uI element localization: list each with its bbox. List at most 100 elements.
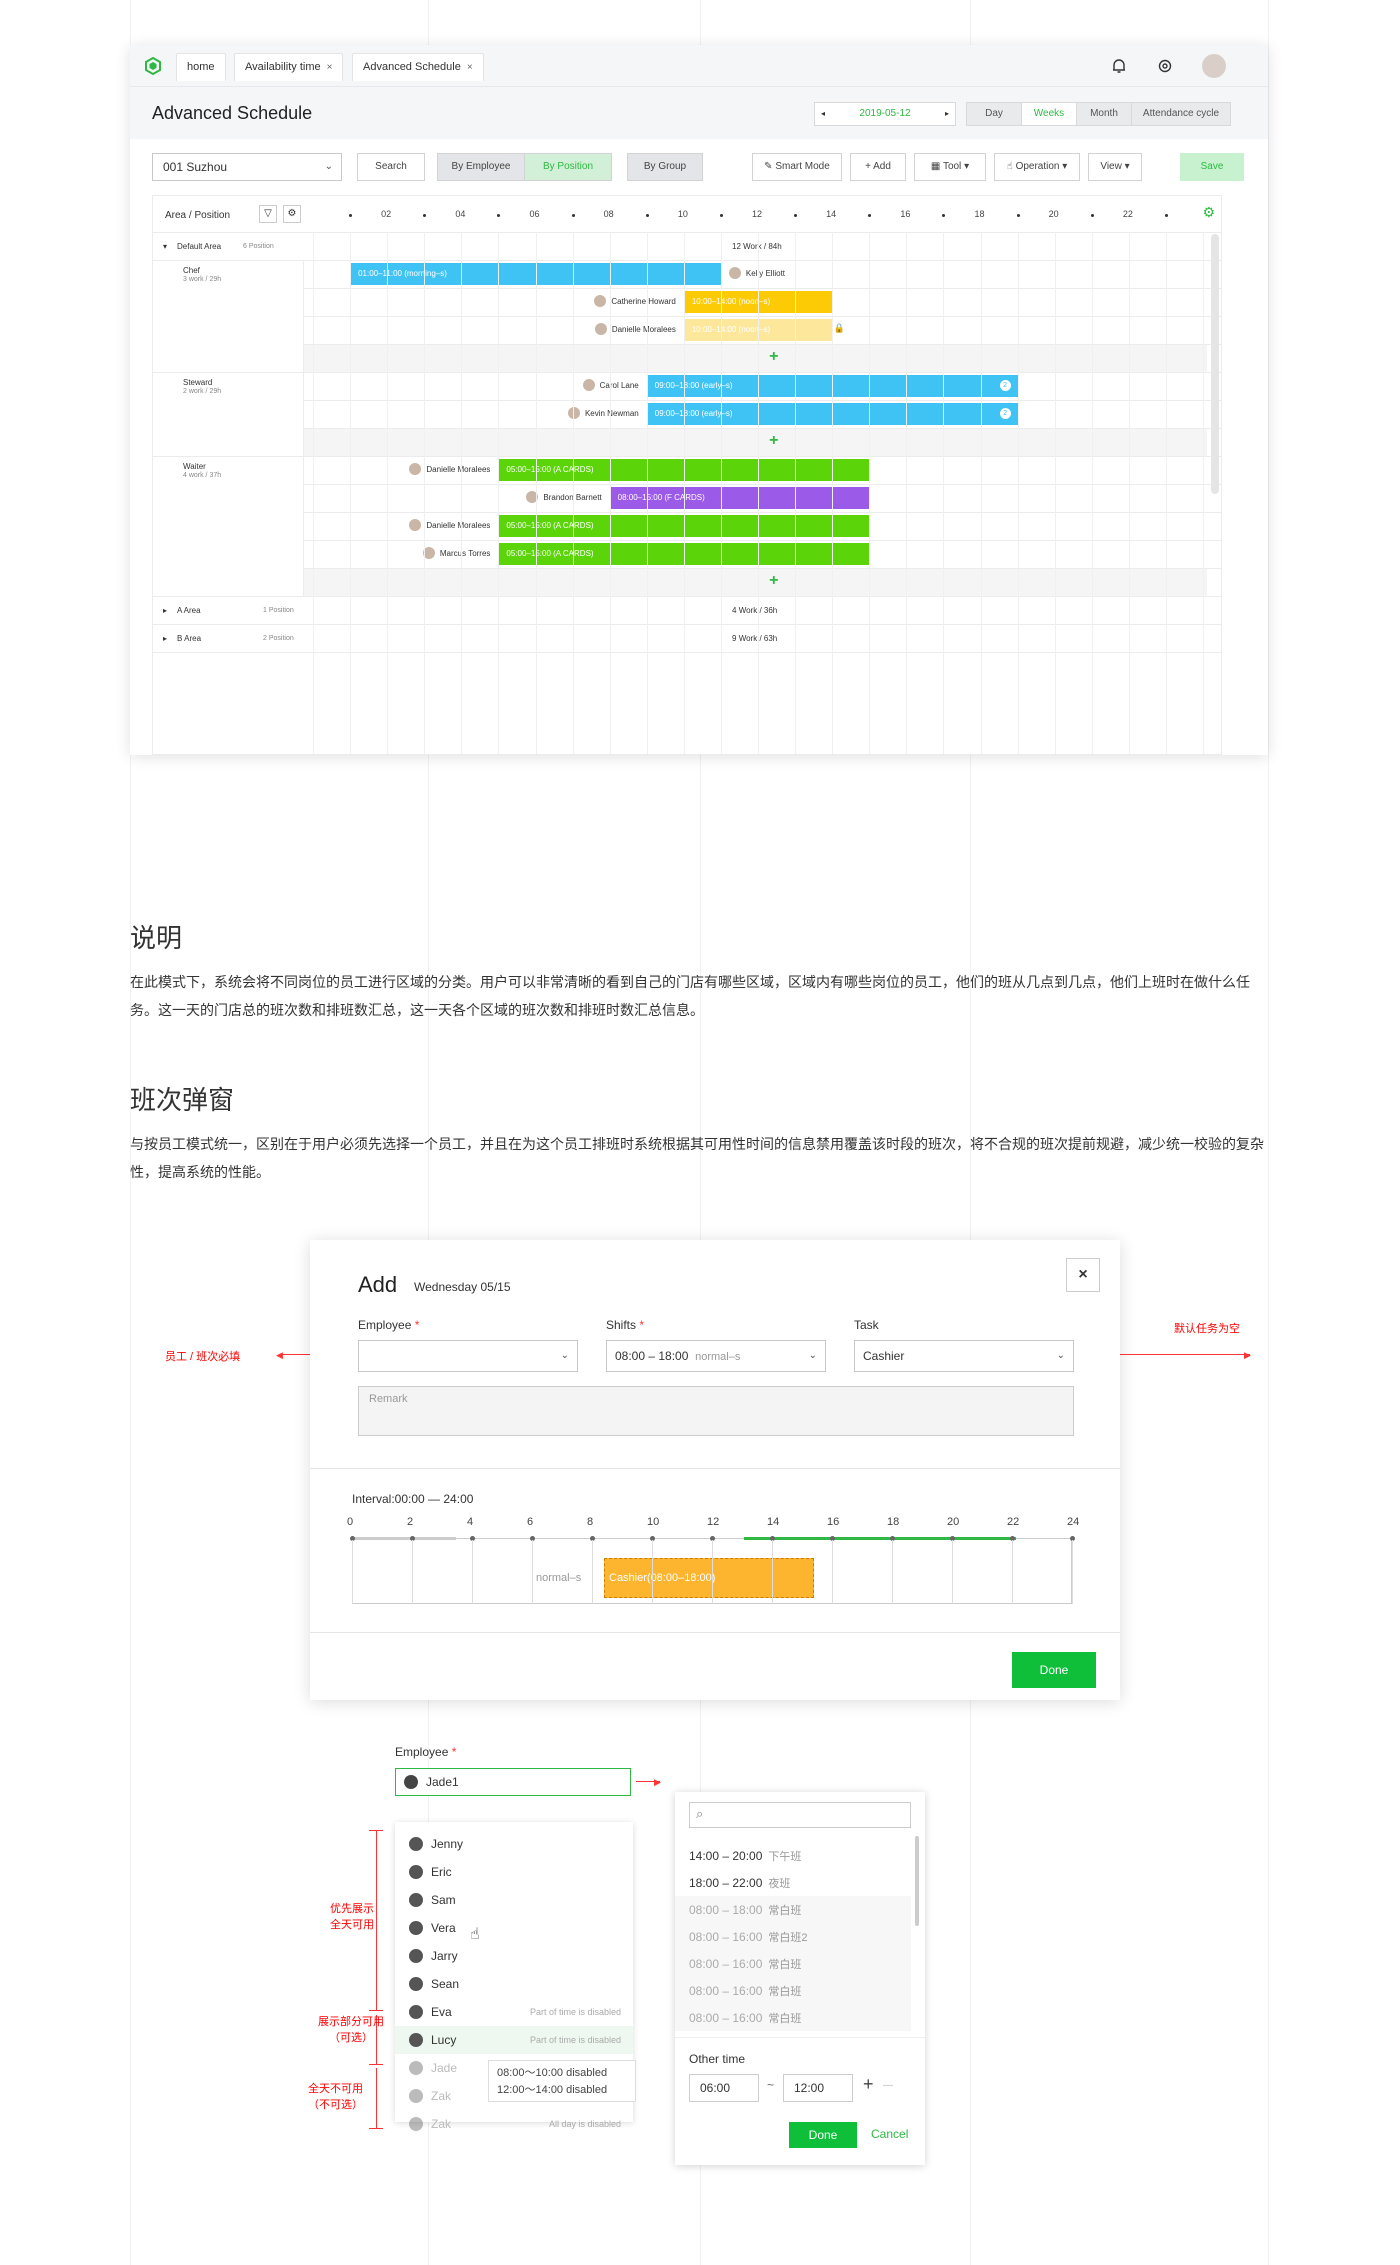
shift-cancel-button[interactable]: Cancel [871,2127,908,2141]
bell-icon[interactable] [1110,57,1128,75]
view-month[interactable]: Month [1076,102,1132,126]
close-icon[interactable]: × [327,62,333,73]
hour-label: 14 [826,209,837,219]
shift-name: 常白班 [768,1986,802,1998]
employee-option[interactable]: Vera [395,1914,633,1942]
other-time-to[interactable]: 12:00 [783,2074,853,2102]
prev-date-icon[interactable]: ◂ [821,103,825,125]
shifts-select[interactable]: 08:00 – 18:00 normal–s ⌄ [606,1340,826,1372]
employee-option[interactable]: Eric [395,1858,633,1886]
picker-employee-label: Employee * [395,1745,457,1759]
view-day[interactable]: Day [966,102,1022,126]
date-picker[interactable]: ◂ 2019-05-12 ▸ [814,102,956,126]
save-button[interactable]: Save [1180,153,1244,181]
employee-option[interactable]: Jenny [395,1830,633,1858]
filter-icon[interactable]: ▽ [259,205,277,223]
employee-option-name: Jarry [431,1949,458,1963]
add-shift-row[interactable] [303,344,1207,372]
divider [303,484,1221,485]
shift-option[interactable]: 14:00 – 20:00 下午班 [689,1848,801,1864]
by-employee-button[interactable]: By Employee [437,153,525,181]
divider [303,260,304,372]
timeline-available-segment [744,1537,1016,1540]
task-label: Task [854,1318,879,1332]
employee-option[interactable]: Jarry [395,1942,633,1970]
remark-input[interactable]: Remark [358,1386,1074,1436]
add-shift-icon[interactable]: + [769,348,778,366]
timeline-grid-line [772,1540,773,1604]
shift-name: 常白班 [768,1959,802,1971]
settings-icon[interactable]: ⚙ [283,205,301,223]
area-summary: 9 Work / 63h [732,634,778,643]
add-shift-row[interactable] [303,568,1207,596]
employee-option[interactable]: Sean [395,1970,633,1998]
shift-option[interactable]: 18:00 – 22:00 夜班 [689,1875,790,1891]
task-select[interactable]: Cashier ⌄ [854,1340,1074,1372]
area-toggle[interactable]: ▸ [163,606,167,615]
area-name: Default Area [177,242,222,251]
area-name: A Area [177,606,201,615]
area-badge: 2 Position [263,635,294,642]
tab-advanced-schedule[interactable]: Advanced Schedule × [352,53,484,81]
scrollbar[interactable] [915,1836,919,1926]
view-button[interactable]: View ▾ [1088,153,1142,181]
tab-home[interactable]: home [176,53,226,81]
other-time-from[interactable]: 06:00 [689,2074,759,2102]
store-select[interactable]: 001 Suzhou ⌄ [152,153,342,181]
employee-picker-input[interactable]: Jade1 [395,1768,631,1796]
view-attendance-cycle[interactable]: Attendance cycle [1131,102,1231,126]
tool-button[interactable]: ▦ Tool ▾ [914,153,986,181]
employee-option[interactable]: Eva Part of time is disabled [395,1998,633,2026]
employee-label: Danielle Moralees [426,464,491,474]
next-date-icon[interactable]: ▸ [945,103,949,125]
section-body-shift-popup: 与按员工模式统一，区别在于用户必须先选择一个员工，并且在为这个员工排班时系统根据… [130,1136,1264,1180]
cursor-hand-icon: ☝ [470,1926,480,1943]
avatar [582,379,595,391]
scrollbar[interactable] [1211,234,1219,494]
add-shift-icon[interactable]: + [769,432,778,450]
shift-done-button[interactable]: Done [789,2122,857,2148]
position-summary: 3 work / 29h [183,276,222,283]
search-button[interactable]: Search [357,153,425,181]
avatar [409,1865,423,1879]
tab-availability-time[interactable]: Availability time × [234,53,344,81]
employee-select[interactable]: ⌄ [358,1340,578,1372]
grid-settings-icon[interactable]: ⚙ [1202,204,1215,221]
gear-icon[interactable] [1156,57,1174,75]
divider [303,316,1221,317]
add-button[interactable]: + Add [850,153,906,181]
close-button[interactable]: × [1066,1258,1100,1292]
by-group-button[interactable]: By Group [627,153,703,181]
by-position-button[interactable]: By Position [524,153,612,181]
store-select-value: 001 Suzhou [163,160,228,174]
done-button[interactable]: Done [1012,1652,1096,1688]
hour-label: 08 [603,209,614,219]
user-avatar[interactable] [1202,54,1226,78]
employee-option[interactable]: Lucy Part of time is disabled [395,2026,633,2054]
tab-label: Advanced Schedule [363,61,461,73]
add-time-icon[interactable]: + [863,2074,874,2095]
close-icon[interactable]: × [467,62,473,73]
position-summary: 2 work / 29h [183,388,222,395]
grid-line [498,232,500,754]
timeline-shift-block[interactable]: Cashier(08:00–18:00) [604,1558,814,1598]
smart-mode-button[interactable]: ✎ Smart Mode [752,153,842,181]
add-shift-icon[interactable]: + [769,572,778,590]
other-time-label: Other time [689,2052,746,2066]
add-shift-row[interactable] [303,428,1207,456]
remove-time-icon[interactable]: — [883,2080,893,2091]
shift-bar[interactable]: 08:00–15:00 (F CARDS) [609,487,870,509]
shift-search-input[interactable]: ⌕ [689,1802,911,1828]
area-toggle[interactable]: ▾ [163,242,167,251]
view-weeks[interactable]: Weeks [1021,102,1077,126]
employee-option[interactable]: Sam [395,1886,633,1914]
area-toggle[interactable]: ▸ [163,634,167,643]
employee-label: Carol Lane [599,380,639,390]
operation-button[interactable]: ☝ Operation ▾ [994,153,1080,181]
avatar [409,2089,423,2103]
divider [303,512,1221,513]
employee-option-name: Jenny [431,1837,464,1851]
timeline-tick-label: 22 [1007,1516,1020,1528]
area-name: B Area [177,634,202,643]
avatar [409,1949,423,1963]
